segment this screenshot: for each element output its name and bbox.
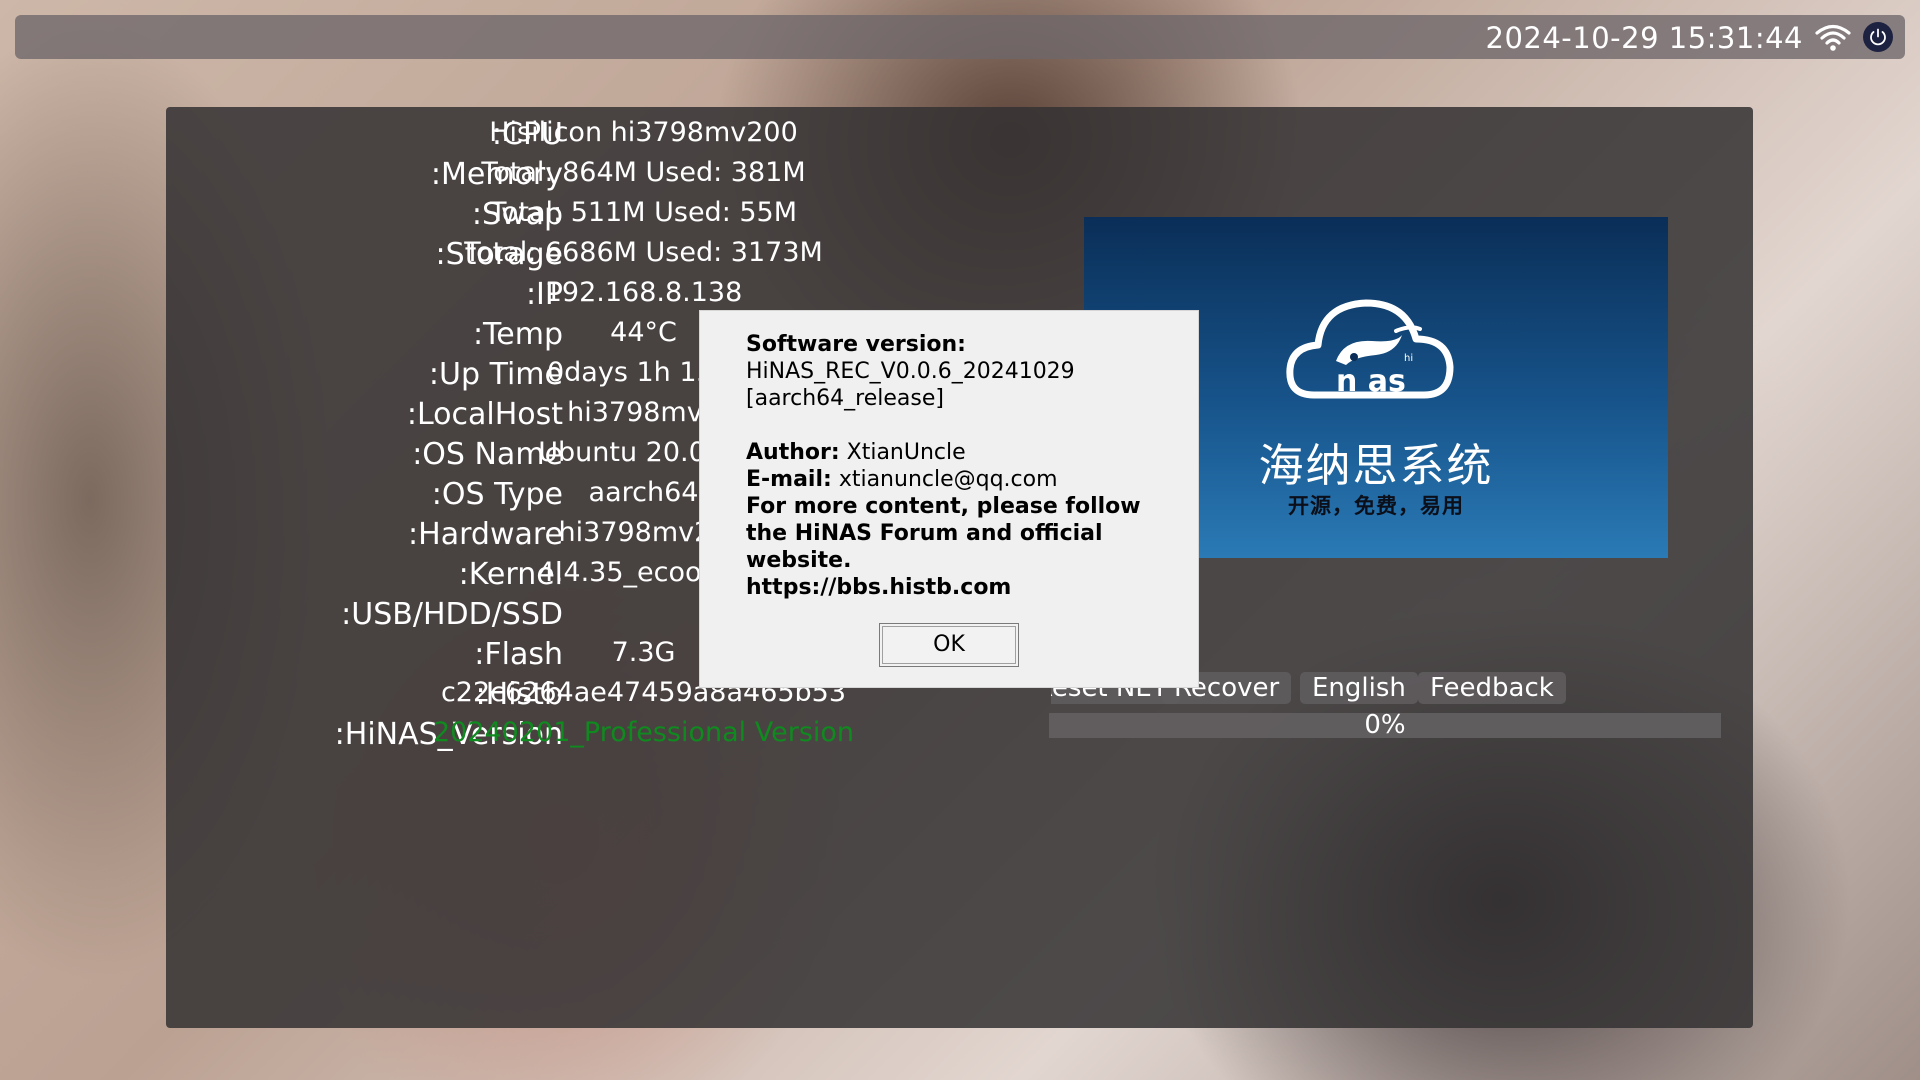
info-row-cpu: CPU: Hisilicon hi3798mv200 [166,117,866,157]
forum-url: https://bbs.histb.com [746,575,1012,600]
top-status-bar: 2024-10-29 15:31:44 [15,15,1905,59]
about-dialog: Software version: HiNAS_REC_V0.0.6_20241… [699,310,1199,688]
info-row-memory: Memory: Total: 864M Used: 381M [166,157,866,197]
version-heading: Software version: [746,332,966,357]
progress-label: 0% [1364,710,1406,740]
email-line: E-mail: xtianuncle@qq.com [746,466,1176,493]
ok-button[interactable]: OK [879,623,1019,667]
email-value: xtianuncle@qq.com [838,467,1058,492]
author-label: Author: [746,440,840,465]
info-row-storage: Storage: Total: 6686M Used: 3173M [166,237,866,277]
info-value: Total: 6686M Used: 3173M [464,237,823,268]
dialog-body: Software version: HiNAS_REC_V0.0.6_20241… [746,331,1176,601]
follow-text: For more content, please follow the HiNA… [746,494,1141,573]
logo-icon-text: n as [1336,364,1406,399]
info-row-hinas-version: HiNAS_Version: 20240201_Professional Ver… [166,717,866,757]
english-button[interactable]: English [1300,672,1418,704]
svg-text:hi: hi [1404,353,1413,364]
datetime-display: 2024-10-29 15:31:44 [1485,21,1803,55]
power-icon[interactable] [1863,22,1893,52]
info-row-swap: Swap: Total: 511M Used: 55M [166,197,866,237]
wifi-icon[interactable] [1815,22,1851,52]
info-value: Total: 511M Used: 55M [489,197,798,228]
cloud-logo-icon: hi n as [1286,299,1454,399]
info-value: Hisilicon hi3798mv200 [489,117,798,148]
author-line: Author: XtianUncle [746,439,1176,466]
info-value: 192.168.8.138 [544,277,743,308]
info-value: 20240201_Professional Version [432,717,855,748]
version-line: [aarch64_release] [746,386,944,411]
progress-bar: 0% [1049,710,1721,740]
info-value: Total: 864M Used: 381M [481,157,806,188]
feedback-button[interactable]: Feedback [1418,672,1566,704]
author-value: XtianUncle [846,440,966,465]
version-line: HiNAS_REC_V0.0.6_20241029 [746,359,1075,384]
email-label: E-mail: [746,467,832,492]
info-label: USB/HDD/SSD: [341,597,563,632]
